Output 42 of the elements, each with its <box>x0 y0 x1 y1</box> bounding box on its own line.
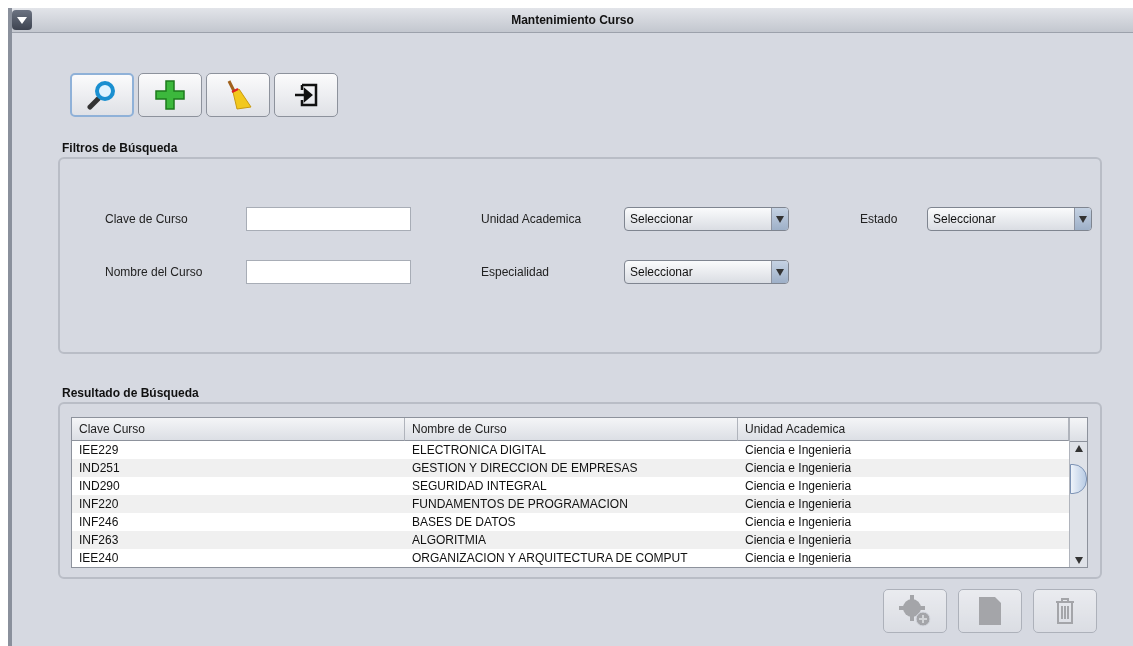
window-title: Mantenimiento Curso <box>511 13 634 27</box>
section-title: Resultado de Búsqueda <box>62 386 200 400</box>
document-icon <box>977 595 1003 627</box>
search-icon <box>87 80 117 110</box>
trash-icon <box>1054 598 1076 624</box>
scroll-down-arrow[interactable] <box>1074 557 1083 564</box>
column-header[interactable]: Nombre de Curso <box>405 418 738 441</box>
scroll-up-arrow[interactable] <box>1074 445 1083 452</box>
table-cell: INF220 <box>72 495 405 513</box>
field-label: Especialidad <box>481 265 551 279</box>
caret-icon <box>17 16 27 24</box>
add-button[interactable] <box>138 73 202 117</box>
scrollbar-thumb[interactable] <box>1070 464 1087 494</box>
exit-icon <box>293 82 319 108</box>
field-label: Nombre del Curso <box>105 265 204 279</box>
caret-icon[interactable] <box>1079 215 1087 223</box>
scrollbar[interactable] <box>1069 418 1087 567</box>
field-label: Unidad Academica <box>481 212 583 226</box>
window-menu-button[interactable] <box>12 10 32 30</box>
table-cell: ALGORITMIA <box>405 531 738 549</box>
field-label: Clave de Curso <box>105 212 189 226</box>
table-cell: INF263 <box>72 531 405 549</box>
text-field[interactable] <box>246 260 411 284</box>
caret-icon[interactable] <box>776 268 784 276</box>
field-label: Estado <box>860 212 899 226</box>
table-cell: Ciencia e Ingenieria <box>738 531 1069 549</box>
column-header[interactable]: Unidad Academica <box>738 418 1069 441</box>
table-cell: Ciencia e Ingenieria <box>738 459 1069 477</box>
table-cell: GESTION Y DIRECCION DE EMPRESAS <box>405 459 738 477</box>
column-header[interactable]: Clave Curso <box>72 418 405 441</box>
table-cell: IND251 <box>72 459 405 477</box>
exit-button[interactable] <box>274 73 338 117</box>
table-cell: FUNDAMENTOS DE PROGRAMACION <box>405 495 738 513</box>
section-title: Filtros de Búsqueda <box>62 141 179 155</box>
dropdown[interactable]: Seleccionar <box>624 260 789 284</box>
text-field[interactable] <box>246 207 411 231</box>
caret-icon[interactable] <box>776 215 784 223</box>
table-cell: Ciencia e Ingenieria <box>738 495 1069 513</box>
dropdown[interactable]: Seleccionar <box>624 207 789 231</box>
plus-icon <box>154 79 186 111</box>
search-button[interactable] <box>70 73 134 117</box>
dropdown[interactable]: Seleccionar <box>927 207 1092 231</box>
